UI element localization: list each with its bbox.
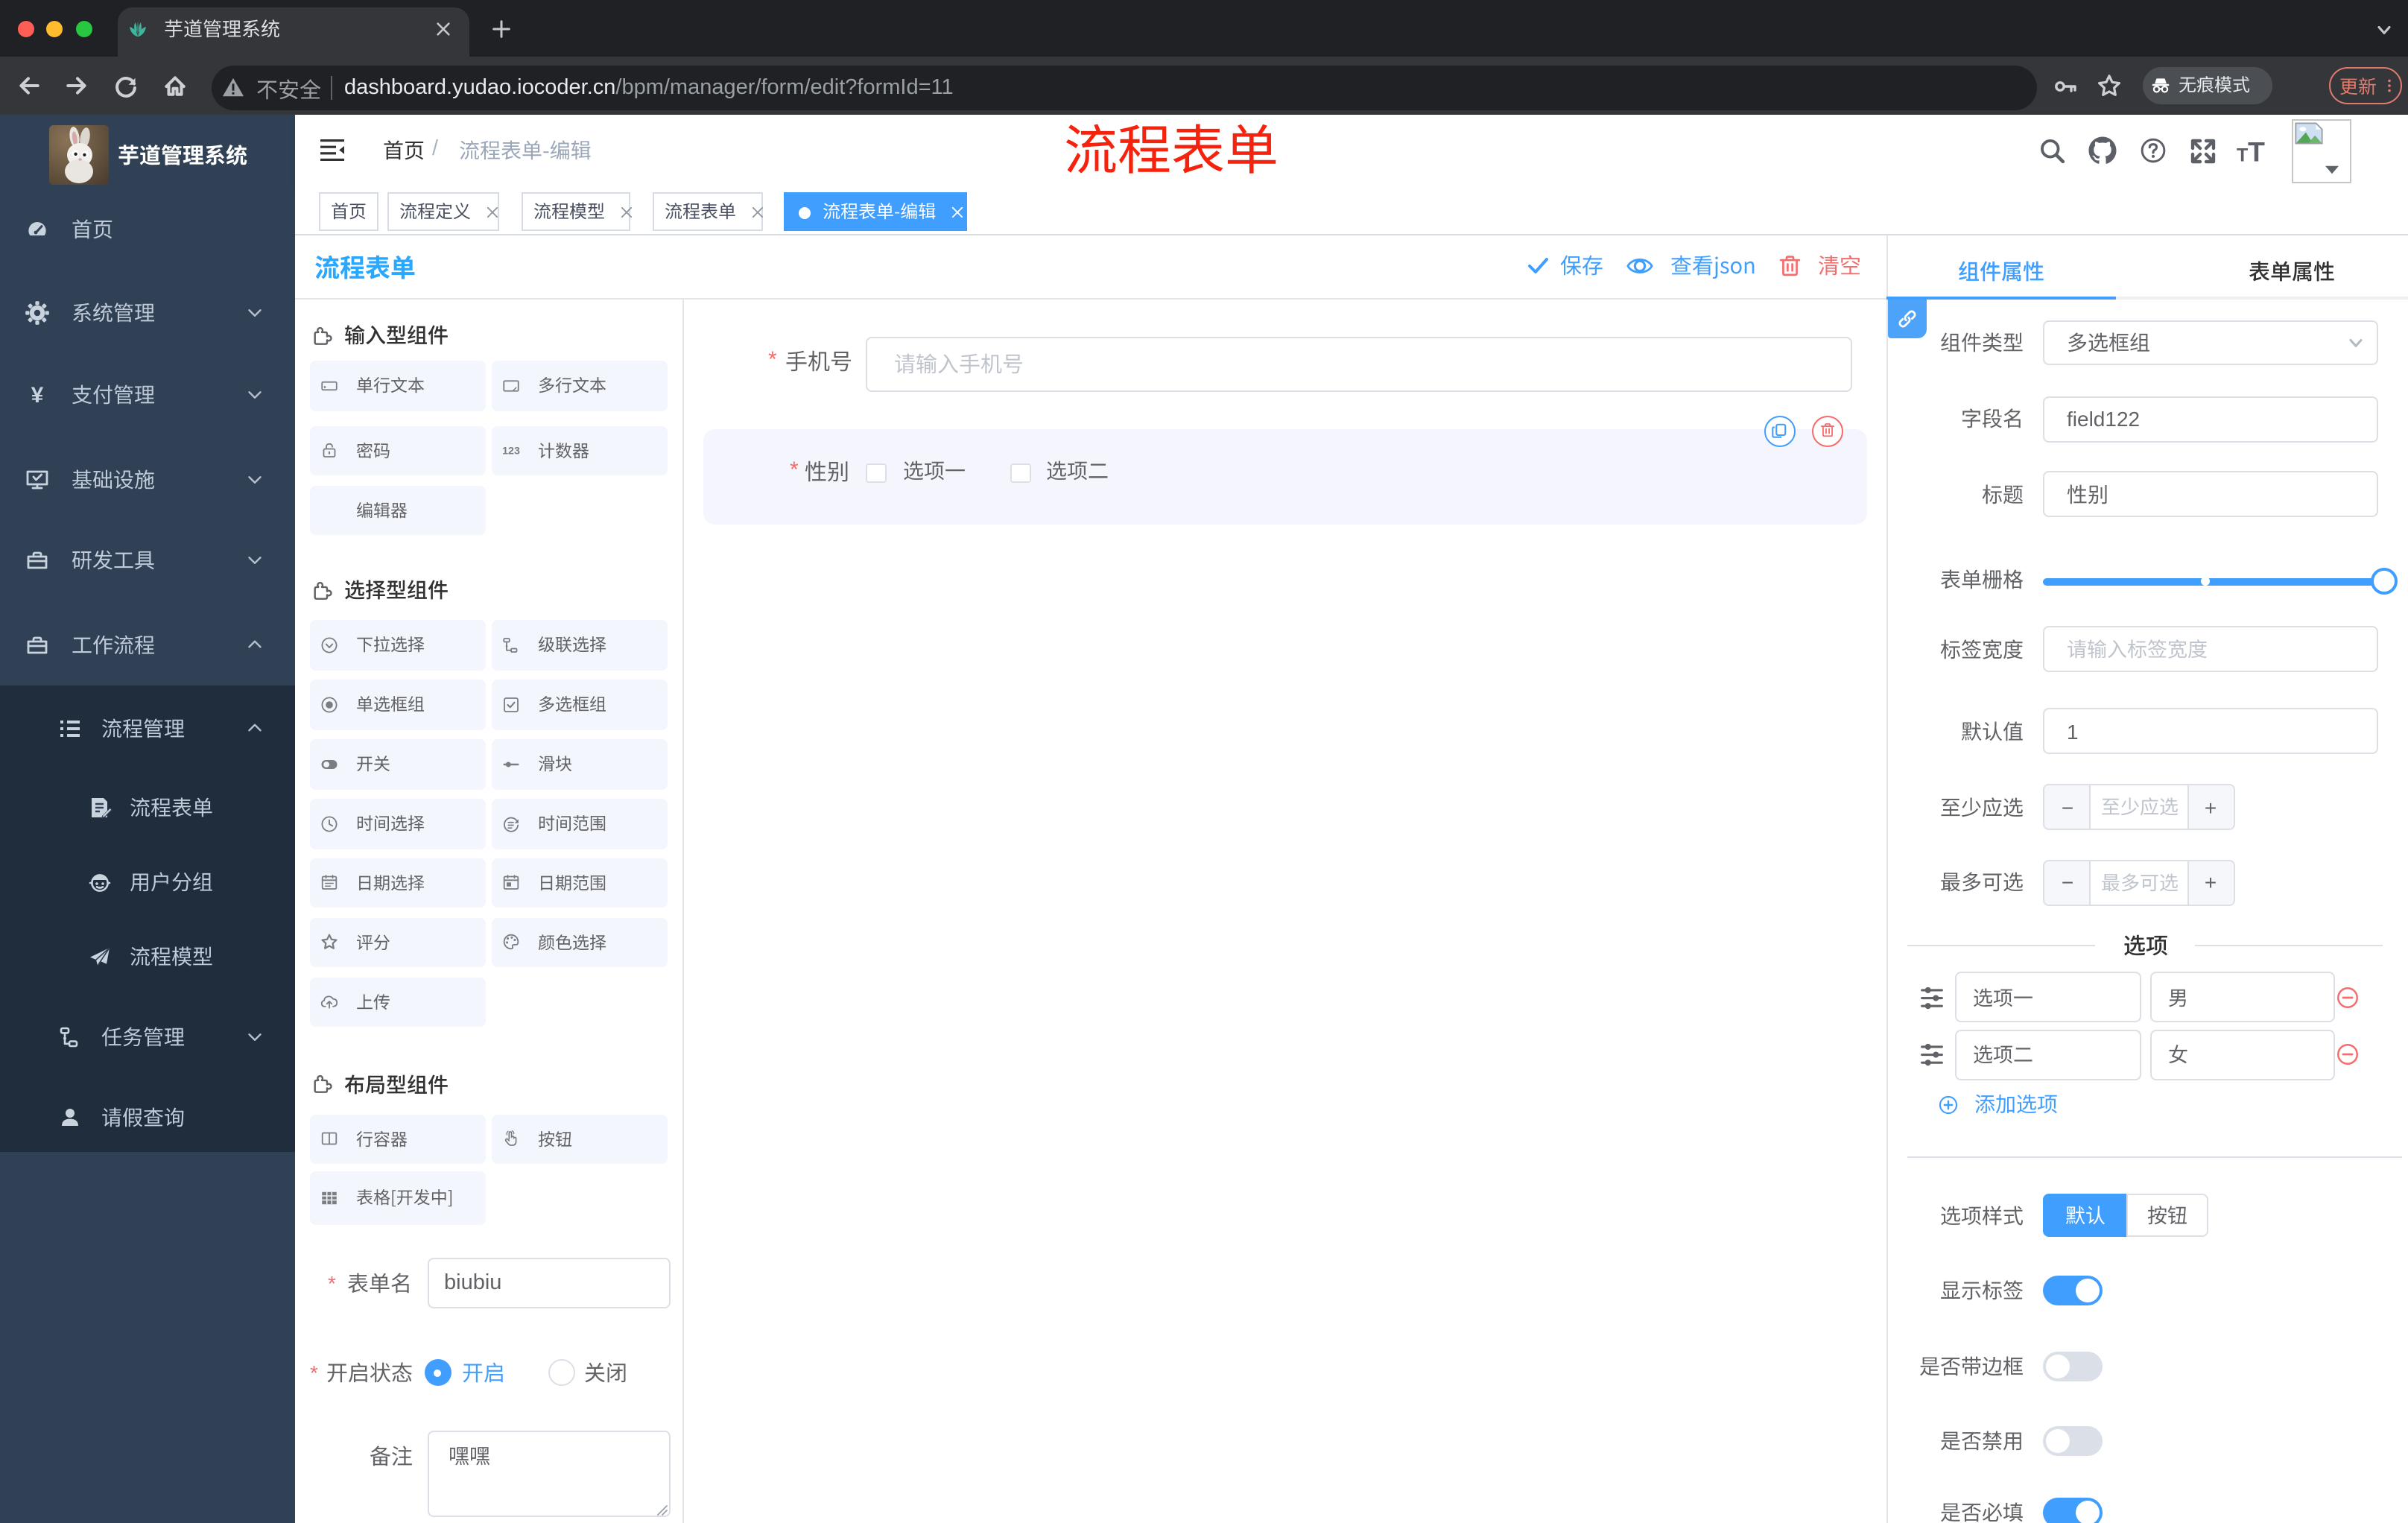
svg-text:¥: ¥: [31, 383, 44, 408]
svg-text:T: T: [2248, 136, 2265, 168]
svg-text:123: 123: [502, 446, 520, 457]
svg-text:T: T: [2237, 145, 2248, 166]
